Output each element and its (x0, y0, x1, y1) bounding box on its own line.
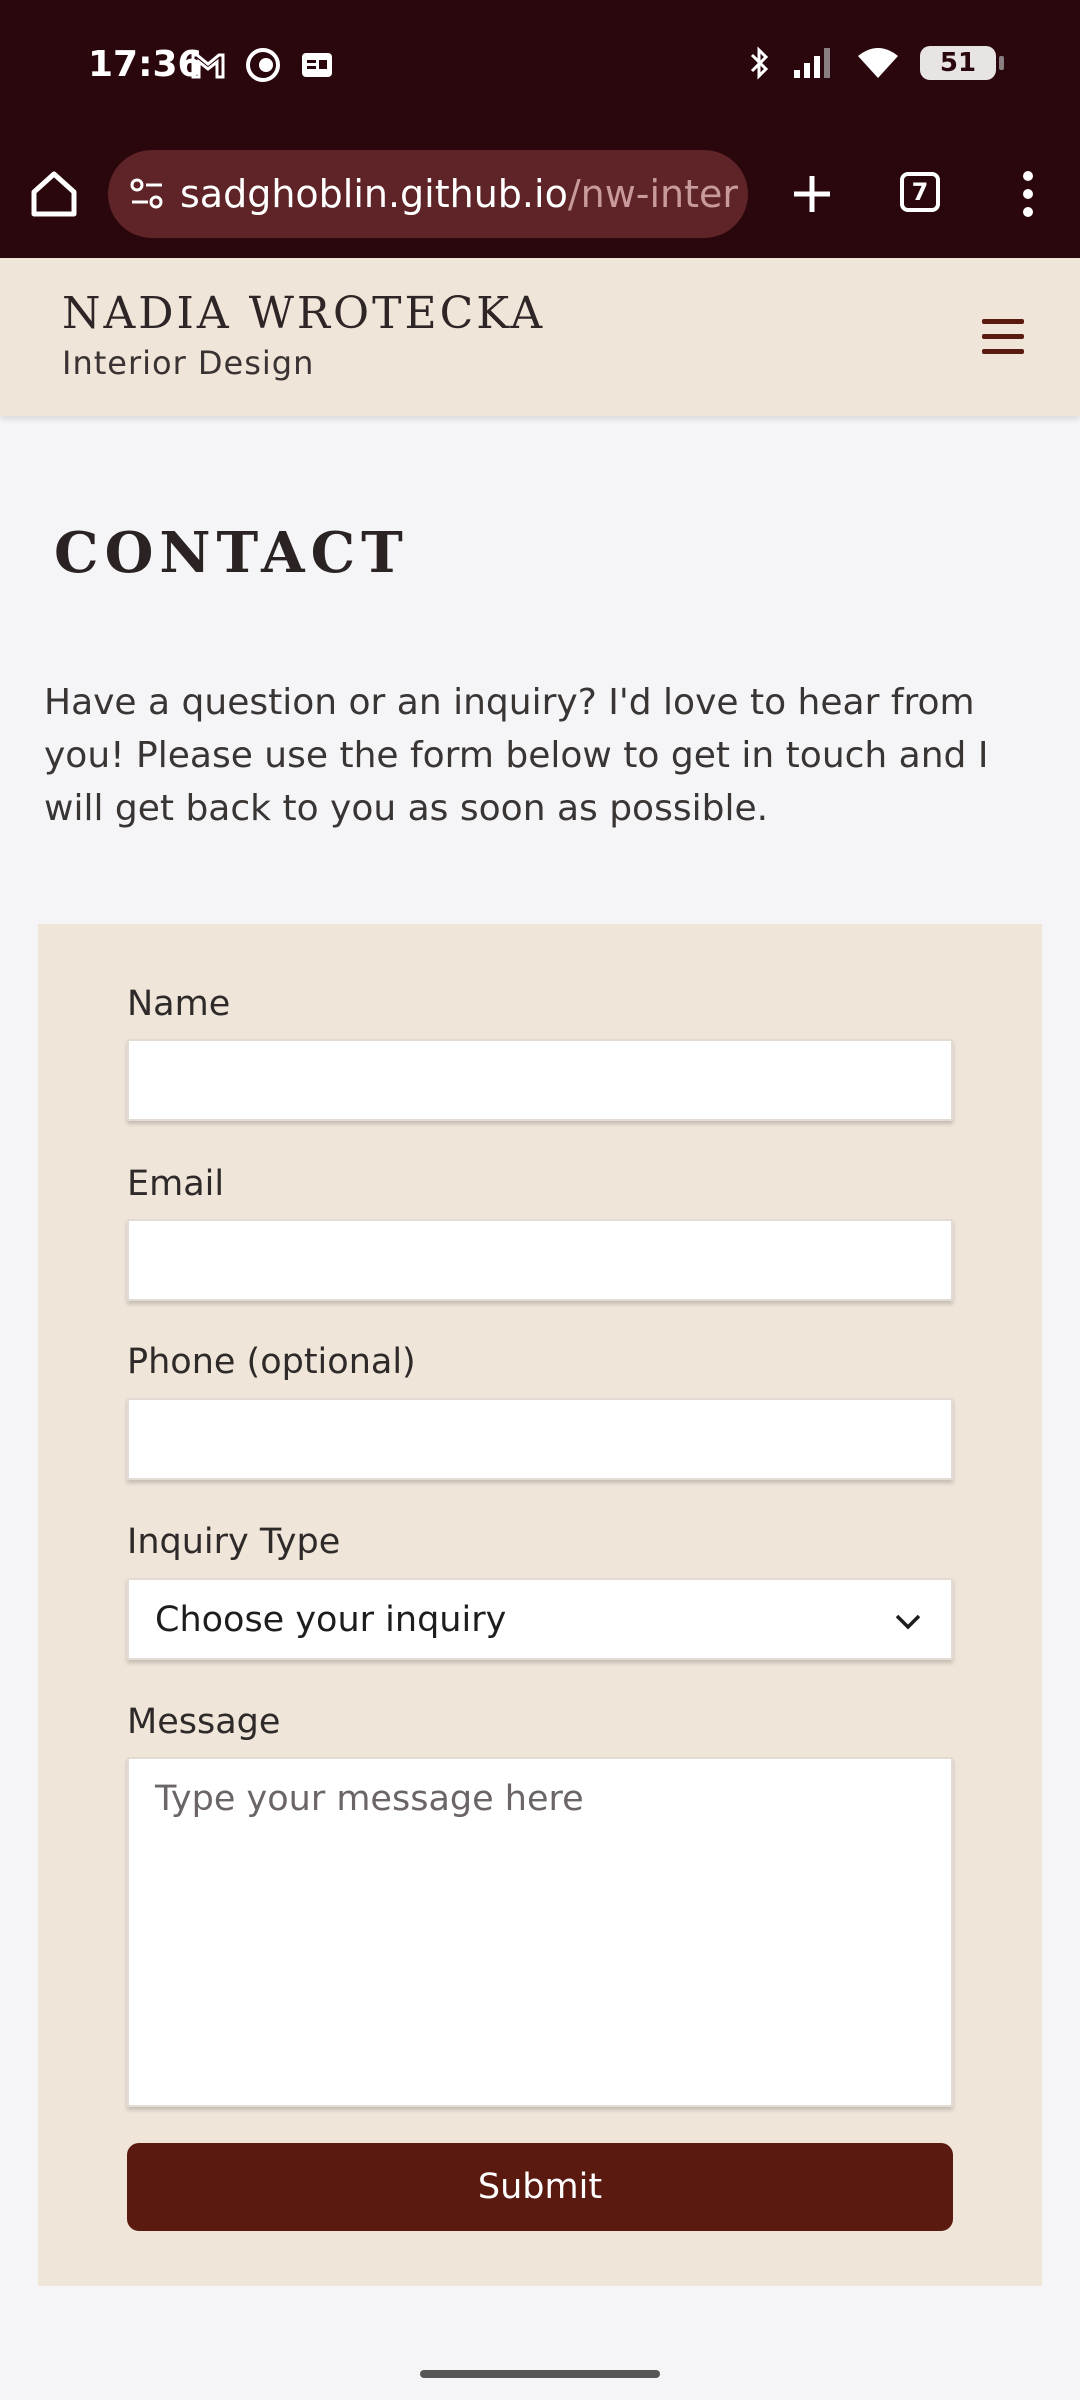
name-field[interactable] (127, 1039, 953, 1121)
message-label: Message (127, 1702, 281, 1742)
new-tab-icon[interactable] (786, 168, 838, 220)
name-label: Name (127, 984, 231, 1024)
url-text[interactable]: sadghoblin.github.io/nw-interio (180, 172, 740, 216)
gmail-icon (191, 53, 225, 79)
contact-form: Name Email Phone (optional) Inquiry Type… (38, 924, 1042, 2286)
wifi-icon (858, 48, 898, 78)
signal-icon (794, 48, 830, 78)
browser-toolbar: sadghoblin.github.io/nw-interio 7 (0, 150, 1080, 240)
page-title: CONTACT (54, 520, 409, 586)
message-placeholder: Type your message here (155, 1779, 584, 1819)
email-label: Email (127, 1164, 225, 1204)
status-bar: 17:36 51 (0, 0, 1080, 130)
email-field[interactable] (127, 1219, 953, 1301)
status-time: 17:36 (88, 44, 203, 85)
app-icon (246, 48, 280, 82)
phone-label: Phone (optional) (127, 1342, 416, 1382)
url-path: /nw-interio (567, 172, 740, 216)
phone-field[interactable] (127, 1398, 953, 1480)
home-icon[interactable] (28, 168, 80, 220)
notification-icons (190, 46, 334, 84)
more-options-icon[interactable] (1010, 166, 1046, 222)
intro-text: Have a question or an inquiry? I'd love … (44, 682, 989, 829)
gesture-handle[interactable] (420, 2370, 660, 2378)
news-icon (302, 53, 332, 77)
inquiry-type-select[interactable]: Choose your inquiry (127, 1578, 953, 1660)
bluetooth-icon (750, 46, 769, 80)
chevron-down-icon (895, 1614, 921, 1630)
url-host: sadghoblin.github.io (180, 172, 568, 216)
inquiry-type-value: Choose your inquiry (155, 1600, 507, 1640)
tab-switcher-button[interactable]: 7 (900, 172, 940, 212)
hamburger-menu-icon[interactable] (980, 314, 1026, 360)
inquiry-type-label: Inquiry Type (127, 1522, 341, 1562)
brand-subtitle: Interior Design (62, 344, 315, 382)
site-settings-icon[interactable] (128, 175, 166, 213)
system-icons: 51 (748, 46, 1004, 80)
battery-icon: 51 (920, 46, 1004, 80)
submit-button[interactable]: Submit (127, 2143, 953, 2231)
browser-chrome: 17:36 51 sadghoblin.github.io/nw-inter 7 (0, 0, 1080, 258)
battery-level: 51 (939, 48, 977, 78)
message-field[interactable]: Type your message here (127, 1757, 953, 2107)
site-header: NADIA WROTECKA Interior Design (0, 258, 1080, 416)
brand-name[interactable]: NADIA WROTECKA (62, 288, 545, 339)
address-bar[interactable]: sadghoblin.github.io/nw-interio (108, 150, 748, 238)
